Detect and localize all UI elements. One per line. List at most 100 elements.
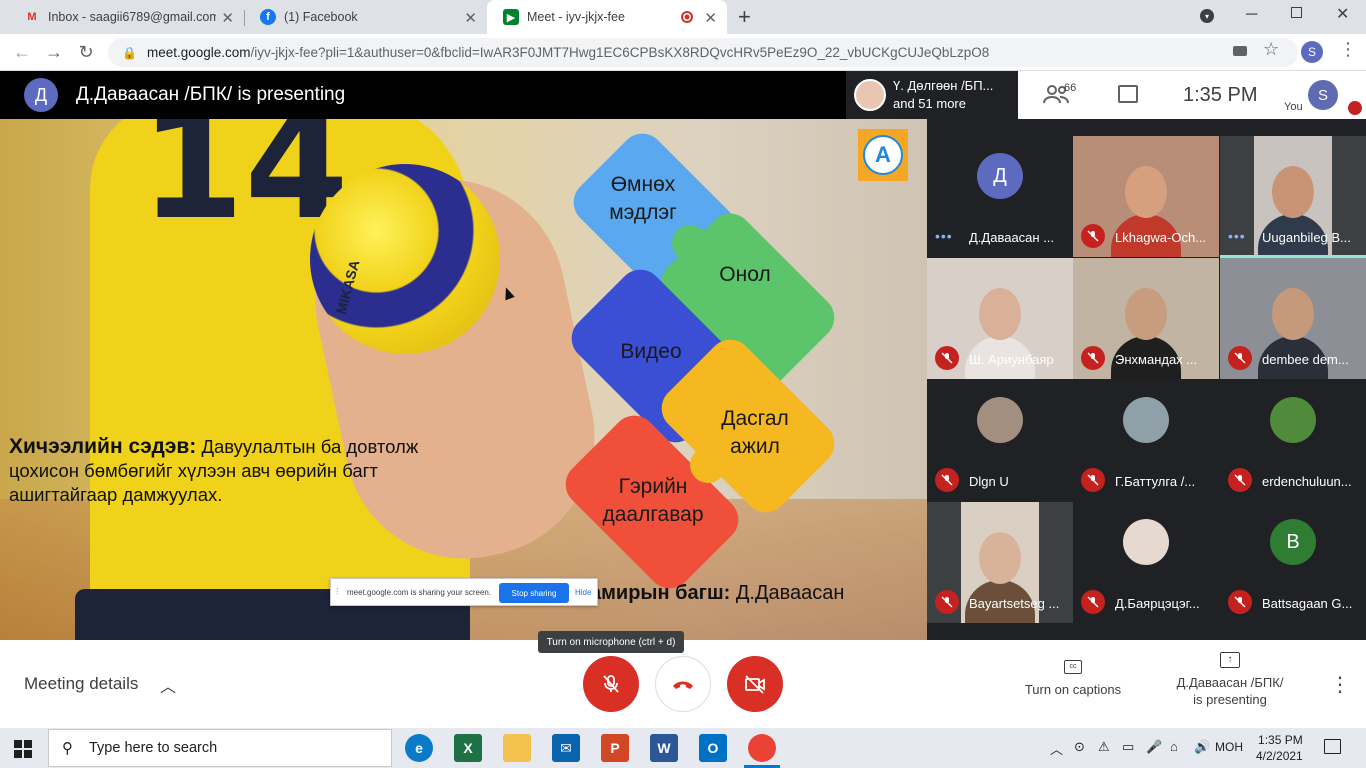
minimize-icon[interactable]: ─ [1246,6,1257,24]
reload-icon[interactable]: ↻ [74,40,98,64]
tab-gmail[interactable]: M Inbox - saagii6789@gmail.com - ✕ [8,0,244,34]
close-tab-icon[interactable]: ✕ [221,9,234,27]
participant-strip-name: Ү. Дөлгөөн /БП... [893,78,994,93]
browser-menu-icon[interactable]: ⋮ [1339,39,1357,60]
participant-face [1272,166,1314,218]
stop-sharing-button[interactable]: Stop sharing [499,583,569,603]
participant-tile[interactable]: Энхмандах ... [1073,258,1219,379]
camera-icon[interactable] [1233,46,1247,56]
muted-mic-icon [935,468,959,492]
drag-handle-icon[interactable]: ⁞ [336,586,339,596]
puzzle-label-theory: Онол [719,263,771,286]
microphone-icon[interactable]: 🎤 [1146,739,1162,755]
participant-strip[interactable]: Ү. Дөлгөөн /БП... and 51 more [846,71,1018,119]
participant-tile[interactable]: ••• Uuganbileg B... [1220,136,1366,257]
taskbar-clock[interactable]: 1:35 PM 4/2/2021 [1256,732,1303,764]
participant-face [979,532,1021,584]
word-icon[interactable]: W [650,734,678,762]
input-language[interactable]: МОН [1215,740,1243,754]
you-label: You [1284,101,1303,113]
taskbar-time: 1:35 PM [1258,733,1303,747]
mail-icon[interactable]: ✉ [552,734,580,762]
speaking-indicator-icon: ••• [1228,228,1246,244]
participant-tile[interactable]: Bayartsetseg ... [927,502,1073,623]
battery-icon[interactable]: ▭ [1122,739,1134,755]
muted-mic-icon [1228,590,1252,614]
participant-grid: Д ••• Д.Даваасан ... Lkhagwa-Och... ••• Uugan… [927,119,1366,640]
vlc-icon[interactable]: ⚠ [1098,739,1110,755]
close-window-icon[interactable]: ✕ [1336,4,1349,24]
share-banner-text: meet.google.com is sharing your screen. [347,588,492,597]
powerpoint-icon[interactable]: P [601,734,629,762]
participant-tile[interactable]: Dlgn U [927,380,1073,501]
teacher-line: амирын багш: Д.Даваасан [590,582,844,605]
chevron-up-icon[interactable]: ︿ [160,673,176,697]
edge-icon[interactable]: e [405,734,433,762]
participant-name: Lkhagwa-Och... [1115,230,1207,245]
participant-strip-text: Ү. Дөлгөөн /БП... and 51 more [893,77,993,113]
participant-tile[interactable]: erdenchuluun... [1220,380,1366,501]
muted-mic-icon [1228,468,1252,492]
gmail-icon: M [27,11,37,23]
url-path: /iyv-jkjx-fee?pli=1&authuser=0&fbclid=Iw… [250,45,990,60]
meeting-clock: 1:35 PM [1183,84,1258,106]
taskbar-date: 4/2/2021 [1256,749,1303,763]
hide-banner-button[interactable]: Hide [575,588,591,597]
new-tab-button[interactable]: + [738,4,751,30]
volume-icon[interactable]: 🔊 [1194,739,1210,755]
tab-meet[interactable]: ▶ Meet - iyv-jkjx-fee ✕ [487,0,727,34]
file-explorer-icon[interactable] [503,734,531,762]
close-tab-icon[interactable]: ✕ [704,9,717,27]
participant-name: Dlgn U [969,474,1009,489]
restore-icon[interactable] [1291,7,1302,18]
meeting-details-button[interactable]: Meeting details [24,674,138,694]
muted-mic-icon [935,346,959,370]
profile-avatar[interactable]: S [1301,41,1323,63]
address-bar[interactable]: 🔒 meet.google.com /iyv-jkjx-fee?pli=1&au… [108,38,1298,67]
puzzle-label-exercise: Дасгал ажил [721,407,789,458]
tab-title: Inbox - saagii6789@gmail.com - [48,10,216,24]
meet-now-icon[interactable]: ⊙ [1074,739,1085,755]
participant-tile[interactable]: Г.Баттулга /... [1073,380,1219,501]
leave-call-button[interactable] [655,656,711,712]
windows-start-icon[interactable] [14,740,32,758]
muted-mic-icon [1081,224,1105,248]
puzzle-label-homework: Гэрийн даалгавар [602,475,704,526]
you-avatar: S [1308,80,1338,110]
participant-tile[interactable]: Д ••• Д.Даваасан ... [927,136,1073,257]
tab-facebook[interactable]: f (1) Facebook ✕ [244,0,487,34]
close-tab-icon[interactable]: ✕ [464,9,477,27]
participant-tile[interactable]: Ш. Ариунбаяр [927,258,1073,379]
participant-name: Д.Даваасан ... [969,230,1055,245]
camera-toggle-button[interactable] [727,656,783,712]
chrome-icon[interactable] [744,734,780,768]
chat-icon[interactable] [1118,85,1138,103]
presenting-button[interactable]: ↑ Д.Даваасан /БПК/ is presenting [1160,652,1300,708]
tab-search-icon[interactable]: ▾ [1200,9,1214,23]
presenting-label: Д.Даваасан /БПК/ is presenting [1176,675,1284,707]
participant-tile[interactable]: Lkhagwa-Och... [1073,136,1219,257]
back-icon[interactable]: ← [10,40,34,64]
chevron-up-icon[interactable]: ︿ [1050,739,1063,758]
participant-tile[interactable]: dembee dem... [1220,258,1366,379]
captions-button[interactable]: cc Turn on captions [1010,660,1136,697]
meet-control-bar: Meeting details ︿ cc Turn on captions ↑ … [0,640,1366,728]
outlook-icon[interactable]: O [699,734,727,762]
tab-title: Meet - iyv-jkjx-fee [527,10,625,24]
participant-tile[interactable]: Д.Баярцэцэг... [1073,502,1219,623]
topic-label: Хичээлийн сэдэв: [9,435,197,458]
participant-name: Battsagaan G... [1262,596,1353,611]
teacher-label: амирын багш: [590,582,731,604]
present-screen-icon: ↑ [1220,652,1240,668]
excel-icon[interactable]: X [454,734,482,762]
notifications-icon[interactable] [1324,739,1341,754]
captions-icon: cc [1064,660,1082,674]
forward-icon[interactable]: → [42,40,66,64]
bookmark-star-icon[interactable]: ☆ [1263,39,1279,60]
participant-tile[interactable]: B Battsagaan G... [1220,502,1366,623]
more-options-icon[interactable]: ⋮ [1330,672,1350,697]
participant-name: Uuganbileg B... [1262,230,1351,245]
taskbar-search-input[interactable]: Type here to search [48,729,392,767]
microphone-toggle-button[interactable] [583,656,639,712]
network-icon[interactable]: ⌂ [1170,739,1178,754]
